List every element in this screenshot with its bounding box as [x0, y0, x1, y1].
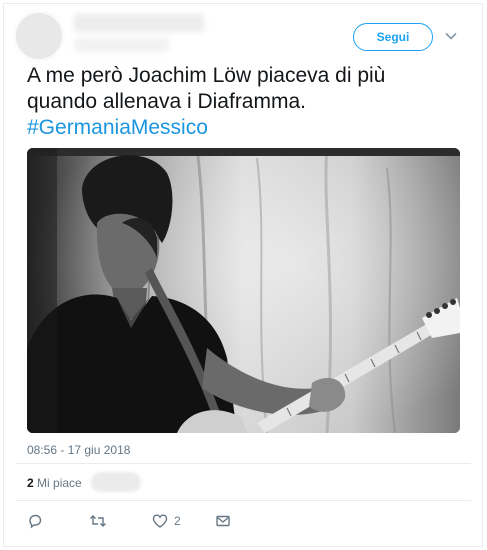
- avatar[interactable]: [16, 13, 62, 59]
- direct-message-button[interactable]: [215, 512, 231, 530]
- likes-count: 2: [27, 476, 34, 490]
- heart-icon: [152, 514, 168, 528]
- tweet-photo[interactable]: [27, 148, 460, 433]
- author-handle-redacted: [74, 38, 169, 52]
- tweet-text-line: quando allenava i Diaframma.: [27, 90, 306, 113]
- guitarist-photo: [27, 148, 460, 433]
- divider: [16, 500, 471, 501]
- liker-avatars-redacted[interactable]: [91, 472, 141, 492]
- divider: [16, 463, 471, 464]
- hashtag-link[interactable]: #GermaniaMessico: [27, 115, 467, 141]
- like-button[interactable]: 2: [152, 512, 181, 530]
- retweet-button[interactable]: [89, 512, 107, 530]
- likes-label: Mi piace: [37, 476, 82, 490]
- tweet-timestamp[interactable]: 08:56 - 17 giu 2018: [27, 443, 130, 457]
- reply-button[interactable]: [27, 512, 43, 530]
- retweet-icon: [90, 515, 106, 527]
- tweet-text-line: A me però Joachim Löw piaceva di più: [27, 64, 386, 87]
- chevron-down-icon[interactable]: [444, 28, 458, 44]
- like-count: 2: [174, 514, 181, 528]
- follow-button[interactable]: Segui: [353, 23, 433, 51]
- reply-icon: [29, 514, 42, 529]
- envelope-icon: [216, 515, 230, 527]
- likes-stat[interactable]: 2 Mi piace: [27, 476, 82, 490]
- tweet-text: A me però Joachim Löw piaceva di più qua…: [27, 63, 467, 141]
- author-name-redacted[interactable]: [74, 14, 204, 32]
